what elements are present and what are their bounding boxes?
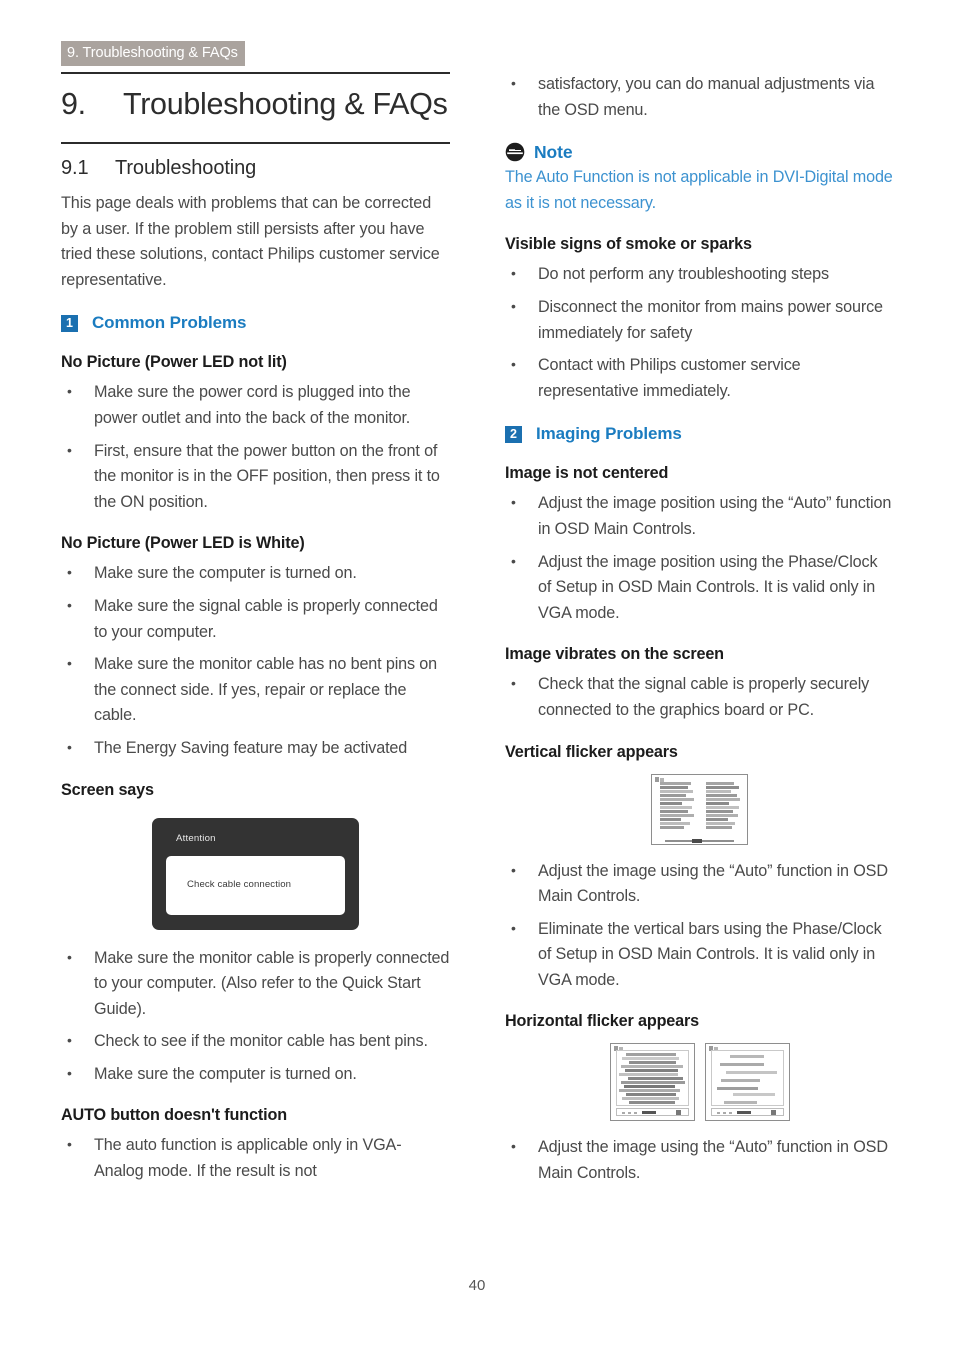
section-rule	[61, 142, 450, 144]
badge-number-2: 2	[505, 425, 522, 443]
list-item: The Energy Saving feature may be activat…	[61, 735, 450, 762]
list-item: Contact with Philips customer service re…	[505, 352, 894, 404]
list-item: Adjust the image using the “Auto” functi…	[505, 857, 894, 910]
right-column: satisfactory, you can do manual adjustme…	[505, 71, 894, 1187]
list-image-vibrates: Check that the signal cable is properly …	[505, 671, 894, 723]
screen-illustration	[651, 773, 748, 845]
list-item: Make sure the power cord is plugged into…	[61, 379, 450, 431]
intro-paragraph: This page deals with problems that can b…	[61, 194, 440, 289]
list-smoke-sparks: Do not perform any troubleshooting steps…	[505, 261, 894, 404]
attention-dialog-message: Check cable connection	[187, 879, 292, 890]
list-no-picture-led-white: Make sure the computer is turned on. Mak…	[61, 560, 450, 762]
imaging-problems-label: Imaging Problems	[536, 424, 682, 444]
note-heading: Note	[505, 141, 894, 163]
list-no-picture-led-not-lit: Make sure the power cord is plugged into…	[61, 379, 450, 516]
list-screen-says: Make sure the monitor cable is properly …	[61, 945, 450, 1088]
heading-imaging-problems: 2 Imaging Problems	[505, 423, 894, 445]
list-vertical-flicker: Adjust the image using the “Auto” functi…	[505, 857, 894, 994]
list-item: Disconnect the monitor from mains power …	[505, 294, 894, 346]
screen-content	[657, 780, 742, 836]
list-auto-button: The auto function is applicable only in …	[61, 1132, 450, 1184]
heading-common-problems: 1 Common Problems	[61, 312, 450, 334]
list-item: The auto function is applicable only in …	[61, 1132, 450, 1184]
chapter-title-text: Troubleshooting & FAQs	[123, 87, 448, 121]
heading-auto-button: AUTO button doesn't function	[61, 1106, 287, 1125]
note-icon	[505, 142, 525, 162]
common-problems-label: Common Problems	[92, 313, 247, 333]
document-page: 9. Troubleshooting & FAQs 9. Troubleshoo…	[0, 0, 954, 1350]
list-item: Adjust the image position using the Phas…	[505, 549, 894, 627]
attention-dialog: Attention Check cable connection	[152, 817, 359, 930]
screen-content	[710, 1050, 784, 1107]
section-number: 9.1	[61, 157, 89, 179]
heading-vertical-flicker: Vertical flicker appears	[505, 742, 678, 761]
list-image-not-centered: Adjust the image position using the “Aut…	[505, 490, 894, 627]
list-item: Make sure the computer is turned on.	[61, 560, 450, 587]
list-item: Adjust the image using the “Auto” functi…	[505, 1134, 894, 1186]
running-header: 9. Troubleshooting & FAQs	[61, 41, 245, 66]
list-item: Make sure the signal cable is properly c…	[61, 593, 450, 645]
note-label: Note	[534, 142, 573, 163]
badge-number-1: 1	[61, 314, 78, 332]
heading-image-vibrates: Image vibrates on the screen	[505, 645, 724, 664]
list-item: First, ensure that the power button on t…	[61, 438, 450, 516]
list-item: Check that the signal cable is properly …	[505, 671, 894, 723]
heading-smoke-sparks: Visible signs of smoke or sparks	[505, 235, 752, 254]
list-item: Make sure the monitor cable has no bent …	[61, 651, 450, 729]
list-item: Adjust the image position using the “Aut…	[505, 490, 894, 542]
section-heading: 9.1 Troubleshooting	[61, 153, 450, 183]
heading-image-not-centered: Image is not centered	[505, 464, 669, 483]
section-title-text: Troubleshooting	[115, 157, 257, 179]
list-auto-button-continued: satisfactory, you can do manual adjustme…	[505, 71, 894, 123]
list-item: Do not perform any troubleshooting steps	[505, 261, 894, 288]
continuation-paragraph: satisfactory, you can do manual adjustme…	[505, 71, 894, 123]
list-item: Check to see if the monitor cable has be…	[61, 1028, 450, 1055]
attention-dialog-body: Check cable connection	[166, 855, 345, 915]
screen-illustration-dense	[609, 1043, 695, 1122]
vertical-flicker-figure	[505, 773, 894, 845]
note-body: The Auto Function is not applicable in D…	[505, 168, 893, 212]
chapter-heading: 9. Troubleshooting & FAQs	[61, 84, 450, 124]
horizontal-flicker-figure	[505, 1043, 894, 1122]
left-column: 9. Troubleshooting & FAQs 9.1 Troublesho…	[61, 72, 450, 1185]
heading-screen-says: Screen says	[61, 780, 154, 799]
screen-base	[615, 1108, 689, 1117]
heading-no-picture-led-white: No Picture (Power LED is White)	[61, 534, 305, 553]
attention-dialog-title: Attention	[176, 832, 216, 844]
screen-content	[615, 1050, 689, 1107]
screen-stand	[691, 838, 702, 843]
list-item: Make sure the computer is turned on.	[61, 1061, 450, 1088]
heading-no-picture-led-not-lit: No Picture (Power LED not lit)	[61, 353, 287, 372]
screen-base	[710, 1108, 784, 1117]
list-item: Make sure the monitor cable is properly …	[61, 945, 450, 1023]
attention-dialog-figure: Attention Check cable connection	[61, 817, 450, 930]
chapter-rule-top	[61, 72, 450, 74]
list-horizontal-flicker: Adjust the image using the “Auto” functi…	[505, 1134, 894, 1186]
list-item: Eliminate the vertical bars using the Ph…	[505, 916, 894, 994]
screen-illustration-sparse	[704, 1043, 790, 1122]
page-number: 40	[468, 1277, 486, 1294]
chapter-number: 9.	[61, 87, 86, 121]
heading-horizontal-flicker: Horizontal flicker appears	[505, 1012, 700, 1031]
